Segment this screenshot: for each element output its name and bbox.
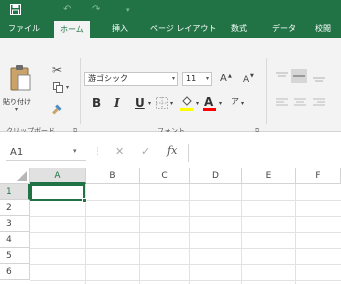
phonetic-dropdown-icon[interactable]: ▾: [241, 98, 244, 110]
column-header-d[interactable]: D: [190, 168, 242, 184]
save-icon[interactable]: [10, 4, 21, 15]
cancel-icon[interactable]: ✕: [115, 145, 124, 158]
chevron-down-icon: ▾: [171, 75, 175, 82]
cut-icon[interactable]: ✂: [52, 63, 62, 77]
column-header-c[interactable]: C: [140, 168, 190, 184]
fill-color-dropdown-icon[interactable]: ▾: [196, 98, 199, 110]
paste-icon[interactable]: [8, 64, 32, 92]
font-size-select[interactable]: 11 ▾: [182, 72, 212, 86]
column-gridline: [189, 184, 190, 284]
row-header-5[interactable]: 5: [0, 248, 30, 264]
tab-formulas[interactable]: 数式: [229, 20, 249, 38]
row-header-3[interactable]: 3: [0, 216, 30, 232]
redo-icon[interactable]: ↷: [92, 3, 100, 17]
column-header-f[interactable]: F: [296, 168, 341, 184]
group-separator: [266, 58, 267, 124]
column-gridline: [241, 184, 242, 284]
align-middle-icon[interactable]: [291, 69, 307, 83]
column-gridline: [295, 184, 296, 284]
italic-button[interactable]: I: [114, 96, 120, 110]
select-all-triangle-icon: [17, 171, 27, 181]
tab-insert[interactable]: 挿入: [110, 20, 130, 38]
select-all-button[interactable]: [0, 168, 30, 184]
selected-cell-a1[interactable]: [30, 184, 85, 201]
font-color-swatch: [203, 108, 216, 111]
fill-handle[interactable]: [82, 198, 87, 203]
grow-font-arrow-icon: ▲: [228, 73, 232, 79]
fill-color-swatch: [180, 108, 193, 111]
font-color-button[interactable]: A: [204, 95, 213, 109]
tab-page-layout[interactable]: ページ レイアウト: [148, 20, 218, 38]
tab-data[interactable]: データ: [270, 20, 298, 38]
undo-icon[interactable]: ↶: [63, 3, 71, 17]
align-left-icon[interactable]: [276, 98, 288, 108]
grow-font-button[interactable]: A: [220, 73, 227, 85]
underline-dropdown-icon[interactable]: ▾: [148, 98, 151, 110]
row-header-2[interactable]: 2: [0, 200, 30, 216]
formula-input[interactable]: [188, 144, 341, 162]
font-size-value: 11: [186, 74, 197, 83]
column-gridline: [139, 184, 140, 284]
paste-dropdown-icon[interactable]: ▾: [15, 106, 18, 113]
font-name-select[interactable]: 游ゴシック ▾: [84, 72, 178, 86]
underline-button[interactable]: U: [135, 96, 145, 110]
formula-bar-grip-icon[interactable]: ⋮: [93, 147, 102, 157]
fill-color-icon[interactable]: [180, 95, 193, 107]
align-center-icon[interactable]: [294, 98, 306, 108]
tab-review[interactable]: 校閲: [313, 20, 333, 38]
tab-file[interactable]: ファイル: [6, 20, 42, 38]
shrink-font-arrow-icon: ▼: [250, 73, 254, 79]
borders-dropdown-icon[interactable]: ▾: [170, 98, 173, 110]
align-bottom-icon[interactable]: [313, 72, 325, 82]
align-right-icon[interactable]: [313, 98, 325, 108]
phonetic-guide-button[interactable]: ア: [231, 96, 239, 108]
name-box-dropdown-icon[interactable]: ▾: [73, 147, 77, 155]
column-header-a[interactable]: A: [30, 168, 86, 184]
font-name-value: 游ゴシック: [88, 74, 128, 83]
chevron-down-icon: ▾: [205, 75, 209, 82]
format-painter-icon[interactable]: [51, 104, 64, 117]
ribbon-tabs: ファイル ホーム 挿入 ページ レイアウト 数式 データ 校閲: [0, 20, 341, 38]
borders-icon[interactable]: [156, 97, 168, 109]
shrink-font-button[interactable]: A: [243, 74, 249, 86]
copy-dropdown-icon[interactable]: ▾: [66, 84, 69, 91]
column-header-e[interactable]: E: [242, 168, 296, 184]
column-header-b[interactable]: B: [86, 168, 140, 184]
enter-icon[interactable]: ✓: [141, 145, 150, 158]
title-bar: ↶ ↷ ▾: [0, 0, 341, 20]
customize-icon[interactable]: ▾: [126, 3, 130, 17]
row-header-6[interactable]: 6: [0, 264, 30, 280]
group-separator: [80, 58, 81, 124]
row-header-4[interactable]: 4: [0, 232, 30, 248]
font-color-dropdown-icon[interactable]: ▾: [219, 98, 222, 110]
align-top-icon[interactable]: [276, 72, 288, 82]
tab-home[interactable]: ホーム: [54, 21, 90, 38]
insert-function-icon[interactable]: fx: [167, 144, 177, 157]
bold-button[interactable]: B: [92, 96, 101, 110]
copy-icon[interactable]: [53, 82, 63, 93]
row-header-1[interactable]: 1: [0, 184, 30, 200]
